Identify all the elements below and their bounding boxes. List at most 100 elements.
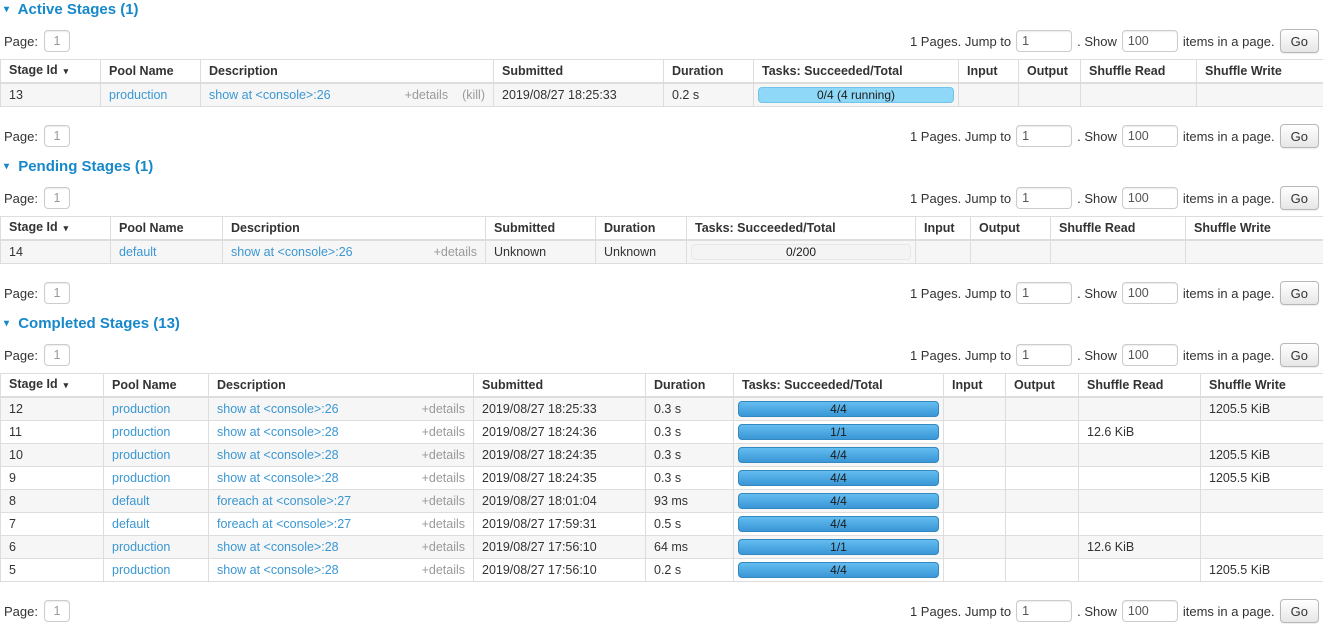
pool-name-link[interactable]: default	[112, 517, 150, 531]
submitted-cell: Unknown	[486, 240, 596, 264]
column-header[interactable]: Input	[944, 374, 1006, 398]
stage-description-link[interactable]: show at <console>:28	[217, 426, 339, 439]
section-header-pending-stages[interactable]: ▾ Pending Stages (1)	[0, 157, 1323, 177]
column-header[interactable]: Stage Id▾	[1, 217, 111, 241]
column-header[interactable]: Submitted	[486, 217, 596, 241]
column-label: Shuffle Write	[1194, 221, 1271, 235]
column-header[interactable]: Shuffle Read	[1051, 217, 1186, 241]
jump-to-page-input[interactable]	[1016, 282, 1072, 304]
pool-name-link[interactable]: production	[112, 563, 170, 577]
pool-cell: production	[104, 397, 209, 421]
input-cell	[959, 83, 1019, 107]
column-header[interactable]: Shuffle Write	[1197, 60, 1323, 84]
jump-to-page-input[interactable]	[1016, 344, 1072, 366]
input-cell	[944, 467, 1006, 490]
column-header[interactable]: Output	[1019, 60, 1081, 84]
details-toggle[interactable]: +details	[422, 564, 465, 577]
column-header[interactable]: Submitted	[474, 374, 646, 398]
column-header[interactable]: Description	[201, 60, 494, 84]
column-header[interactable]: Submitted	[494, 60, 664, 84]
stage-row: 12productionshow at <console>:26+details…	[1, 397, 1323, 421]
pool-name-link[interactable]: default	[119, 245, 157, 259]
column-header[interactable]: Pool Name	[104, 374, 209, 398]
column-header[interactable]: Tasks: Succeeded/Total	[754, 60, 959, 84]
page-number-input[interactable]	[44, 600, 70, 622]
column-header[interactable]: Shuffle Read	[1081, 60, 1197, 84]
column-header[interactable]: Output	[1006, 374, 1079, 398]
page-number-input[interactable]	[44, 282, 70, 304]
pool-name-link[interactable]: production	[109, 88, 167, 102]
stage-description-link[interactable]: foreach at <console>:27	[217, 518, 351, 531]
stage-description-link[interactable]: show at <console>:28	[217, 472, 339, 485]
column-header[interactable]: Tasks: Succeeded/Total	[687, 217, 916, 241]
details-toggle[interactable]: +details	[422, 426, 465, 439]
pool-name-link[interactable]: production	[112, 471, 170, 485]
go-button[interactable]: Go	[1280, 343, 1319, 367]
details-toggle[interactable]: +details	[422, 495, 465, 508]
column-label: Input	[924, 221, 955, 235]
kill-link[interactable]: (kill)	[462, 89, 485, 102]
column-header[interactable]: Description	[209, 374, 474, 398]
column-header[interactable]: Shuffle Write	[1186, 217, 1323, 241]
details-toggle[interactable]: +details	[422, 541, 465, 554]
column-header[interactable]: Shuffle Read	[1079, 374, 1201, 398]
column-header[interactable]: Stage Id▾	[1, 374, 104, 398]
go-button[interactable]: Go	[1280, 281, 1319, 305]
page-number-input[interactable]	[44, 30, 70, 52]
items-per-page-input[interactable]	[1122, 30, 1178, 52]
jump-to-page-input[interactable]	[1016, 125, 1072, 147]
jump-to-page-input[interactable]	[1016, 600, 1072, 622]
column-header[interactable]: Shuffle Write	[1201, 374, 1323, 398]
page-number-input[interactable]	[44, 125, 70, 147]
go-button[interactable]: Go	[1280, 186, 1319, 210]
column-header[interactable]: Pool Name	[101, 60, 201, 84]
stage-description-link[interactable]: show at <console>:28	[217, 449, 339, 462]
items-per-page-input[interactable]	[1122, 600, 1178, 622]
items-per-page-input[interactable]	[1122, 125, 1178, 147]
details-toggle[interactable]: +details	[422, 518, 465, 531]
column-header[interactable]: Tasks: Succeeded/Total	[734, 374, 944, 398]
jump-to-page-input[interactable]	[1016, 187, 1072, 209]
stage-description-link[interactable]: show at <console>:28	[217, 541, 339, 554]
items-per-page-input[interactable]	[1122, 344, 1178, 366]
pool-name-link[interactable]: production	[112, 540, 170, 554]
column-header[interactable]: Input	[959, 60, 1019, 84]
task-progress-bar: 0/4 (4 running)	[758, 87, 954, 103]
stage-description-link[interactable]: show at <console>:28	[217, 564, 339, 577]
stage-description-link[interactable]: show at <console>:26	[217, 403, 339, 416]
stage-description-link[interactable]: show at <console>:26	[231, 246, 353, 259]
column-label: Duration	[672, 64, 723, 78]
pool-name-link[interactable]: production	[112, 448, 170, 462]
tasks-cell: 4/4	[734, 467, 944, 490]
stage-description-link[interactable]: foreach at <console>:27	[217, 495, 351, 508]
column-header[interactable]: Output	[971, 217, 1051, 241]
details-toggle[interactable]: +details	[422, 403, 465, 416]
go-button[interactable]: Go	[1280, 29, 1319, 53]
column-header[interactable]: Input	[916, 217, 971, 241]
details-toggle[interactable]: +details	[422, 472, 465, 485]
pool-name-link[interactable]: production	[112, 402, 170, 416]
task-progress-label: 1/1	[739, 540, 938, 554]
section-header-active-stages[interactable]: ▾ Active Stages (1)	[0, 0, 1323, 20]
column-header[interactable]: Description	[223, 217, 486, 241]
details-toggle[interactable]: +details	[405, 89, 448, 102]
details-toggle[interactable]: +details	[434, 246, 477, 259]
pool-name-link[interactable]: default	[112, 494, 150, 508]
jump-to-page-input[interactable]	[1016, 30, 1072, 52]
go-button[interactable]: Go	[1280, 124, 1319, 148]
stage-description-link[interactable]: show at <console>:26	[209, 89, 331, 102]
go-button[interactable]: Go	[1280, 599, 1319, 623]
details-toggle[interactable]: +details	[422, 449, 465, 462]
column-header[interactable]: Duration	[664, 60, 754, 84]
pool-name-link[interactable]: production	[112, 425, 170, 439]
page-number-input[interactable]	[44, 344, 70, 366]
column-header[interactable]: Pool Name	[111, 217, 223, 241]
items-per-page-input[interactable]	[1122, 282, 1178, 304]
section-header-completed-stages[interactable]: ▾ Completed Stages (13)	[0, 314, 1323, 334]
description-content: show at <console>:26 +details (kill)	[209, 89, 485, 102]
column-header[interactable]: Stage Id▾	[1, 60, 101, 84]
column-header[interactable]: Duration	[646, 374, 734, 398]
column-header[interactable]: Duration	[596, 217, 687, 241]
page-number-input[interactable]	[44, 187, 70, 209]
items-per-page-input[interactable]	[1122, 187, 1178, 209]
